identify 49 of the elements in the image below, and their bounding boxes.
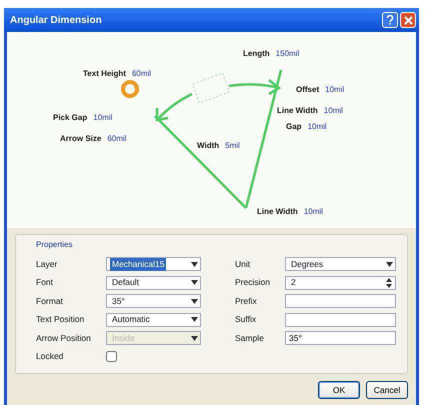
field-label: Prefix xyxy=(235,294,258,308)
dropdown[interactable]: Degrees xyxy=(285,257,396,272)
target-icon xyxy=(121,80,139,98)
parameter-label: Line Width xyxy=(277,106,318,115)
field-label: Layer xyxy=(36,258,58,271)
parameter-value: 60mil xyxy=(132,69,152,78)
parameter-value: 10mil xyxy=(324,106,343,115)
parameter-value: 10mil xyxy=(304,207,323,216)
parameter-value: 5mil xyxy=(225,141,240,150)
ok-button[interactable]: OK xyxy=(318,381,360,399)
field-label: Arrow Position xyxy=(36,332,92,345)
spin-box[interactable]: 2 xyxy=(285,276,396,290)
field-label: Precision xyxy=(235,276,271,290)
parameter-value: 10mil xyxy=(308,122,327,131)
dropdown[interactable]: 35° xyxy=(106,294,201,308)
close-icon xyxy=(404,16,412,24)
field-label: Sample xyxy=(235,332,265,345)
parameter-label: Offset xyxy=(296,85,320,94)
field-label: Font xyxy=(36,276,54,290)
parameter-label: Line Width xyxy=(257,207,298,216)
parameter-label: Length xyxy=(243,49,270,58)
checkbox[interactable] xyxy=(106,351,117,362)
field-label: Locked xyxy=(36,350,64,364)
help-icon xyxy=(386,15,394,25)
parameter-label: Gap xyxy=(286,122,302,131)
field-label: Format xyxy=(36,294,64,308)
parameter-value: 60mil xyxy=(107,134,126,143)
field-label: Text Position xyxy=(36,313,86,326)
cancel-button[interactable]: Cancel xyxy=(366,381,408,399)
input-field[interactable] xyxy=(285,294,396,308)
help-button[interactable] xyxy=(382,12,398,28)
parameter-label: Width xyxy=(197,141,220,150)
input-field[interactable] xyxy=(285,312,396,327)
spin-arrows-icon[interactable] xyxy=(383,276,395,289)
parameter-value: 10mil xyxy=(325,85,344,94)
parameter-label: Arrow Size xyxy=(60,134,102,143)
group-title: Properties xyxy=(36,239,74,251)
parameter-label: Pick Gap xyxy=(53,113,88,122)
parameter-label: Text Height xyxy=(83,69,126,78)
field-label: Unit xyxy=(235,258,252,271)
window-title: Angular Dimension xyxy=(10,14,102,28)
parameter-value: 150mil xyxy=(276,49,300,58)
dropdown[interactable]: Default xyxy=(106,276,201,290)
parameter-value: 10mil xyxy=(93,113,112,122)
dropdown[interactable]: Mechanical15 xyxy=(106,257,201,272)
close-button[interactable] xyxy=(400,12,416,28)
dropdown[interactable]: Automatic xyxy=(106,312,201,327)
input-field[interactable]: 35° xyxy=(285,331,396,346)
field-label: Suffix xyxy=(235,313,258,326)
